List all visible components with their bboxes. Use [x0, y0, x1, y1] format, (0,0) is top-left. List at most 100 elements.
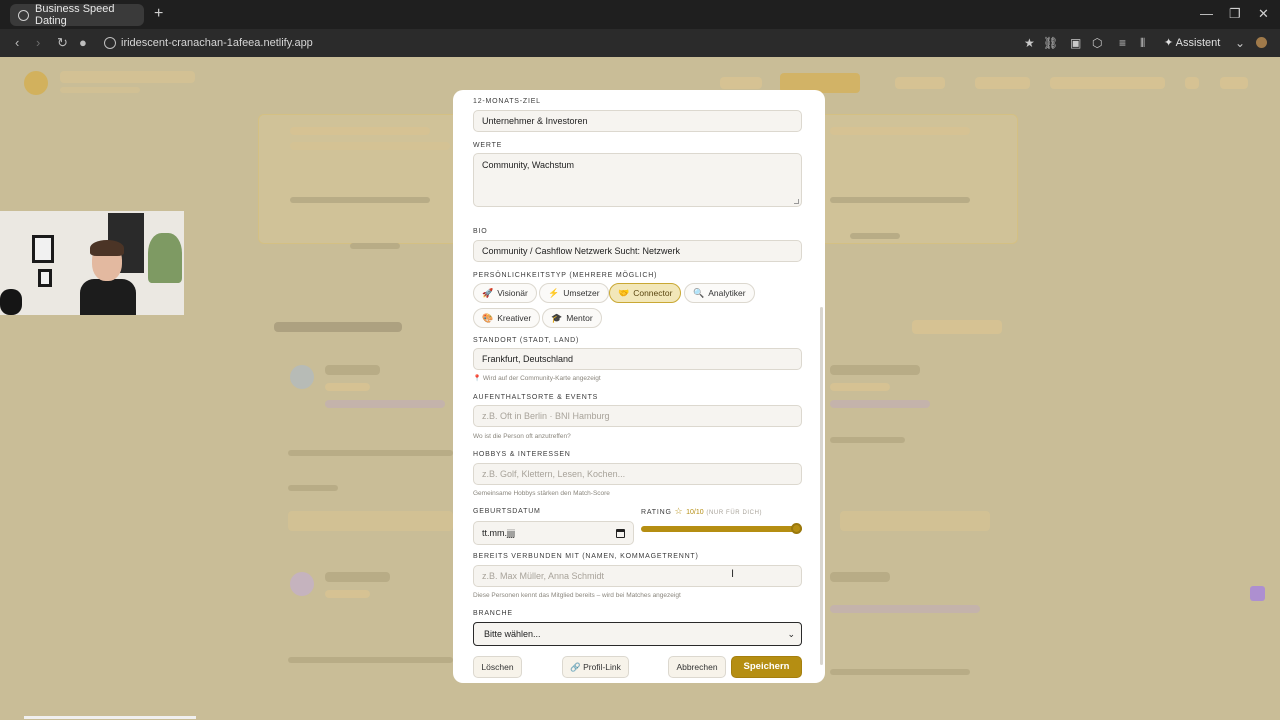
member-name-placeholder: [830, 365, 920, 375]
back-icon[interactable]: ‹: [15, 34, 19, 52]
puzzle-icon[interactable]: ⬡: [1092, 35, 1102, 51]
star-icon: ☆: [674, 506, 684, 516]
audio-icon[interactable]: ⦀: [1140, 35, 1145, 51]
rocket-icon: 🚀: [482, 288, 494, 298]
rating-slider-thumb[interactable]: [791, 523, 802, 534]
rating-label: Rating ☆ 10/10 (nur für dich): [641, 507, 762, 518]
tab-title: Business Speed Dating: [35, 3, 115, 27]
text-cursor-icon: I: [731, 568, 735, 580]
extension-icon[interactable]: ▣: [1070, 35, 1081, 51]
magnifier-icon: 🔍: [693, 288, 705, 298]
globe-icon: [18, 9, 29, 21]
assistant-button[interactable]: ✦ Assistent: [1164, 35, 1220, 51]
chair: [0, 289, 22, 315]
profile-link-button[interactable]: 🔗 Profil-Link: [562, 656, 629, 678]
profile-link-label: Profil-Link: [583, 662, 621, 672]
chip-connector[interactable]: 🤝 Connector: [609, 283, 682, 303]
assistant-label: Assistent: [1175, 37, 1221, 49]
bio-label: Bio: [473, 228, 488, 235]
member-tags-placeholder: [325, 400, 445, 408]
hero-text-placeholder: [350, 243, 400, 249]
member-actions-placeholder: [840, 511, 990, 531]
graduation-cap-icon: 🎓: [551, 313, 563, 323]
resize-handle-icon[interactable]: [794, 199, 799, 204]
location-hint-text: Wird auf der Community-Karte angezeigt: [482, 375, 601, 382]
brand-title-placeholder: [60, 71, 195, 83]
member-text-placeholder: [288, 657, 453, 663]
member-tags-placeholder: [830, 400, 930, 408]
industry-select[interactable]: Bitte wählen... ⌄: [473, 622, 802, 646]
goal-input[interactable]: Unternehmer & Investoren: [473, 110, 802, 132]
menu-lines-icon[interactable]: ≡: [1119, 35, 1126, 51]
calendar-icon[interactable]: [616, 529, 625, 538]
values-textarea[interactable]: Community, Wachstum: [473, 153, 802, 207]
chip-visionaer[interactable]: 🚀 Visionär: [473, 283, 537, 303]
hobbies-hint: Gemeinsame Hobbys stärken den Match-Scor…: [473, 490, 610, 497]
member-text-placeholder: [288, 450, 453, 456]
link-icon[interactable]: ⛓: [1043, 35, 1058, 51]
profile-avatar[interactable]: [1256, 37, 1267, 48]
floating-hand-icon[interactable]: [1250, 586, 1265, 601]
forward-icon[interactable]: ›: [36, 34, 40, 52]
chevron-down-icon[interactable]: ⌄: [1235, 35, 1245, 51]
chip-umsetzer[interactable]: ⚡ Umsetzer: [539, 283, 609, 303]
chip-label: Analytiker: [708, 288, 746, 298]
minimize-icon[interactable]: —: [1200, 5, 1213, 23]
member-text-placeholder: [830, 437, 905, 443]
picture-frame: [38, 269, 52, 287]
member-tag-placeholder: [325, 590, 370, 598]
chip-kreativer[interactable]: 🎨 Kreativer: [473, 308, 541, 328]
reload-icon[interactable]: ↻: [57, 34, 68, 52]
nav-placeholder: [975, 77, 1030, 89]
hero-text-placeholder: [290, 127, 430, 135]
bio-input[interactable]: Community / Cashflow Netzwerk Sucht: Net…: [473, 240, 802, 262]
plant: [148, 233, 182, 283]
chip-label: Mentor: [566, 313, 593, 323]
plus-icon[interactable]: +: [154, 5, 163, 23]
member-tag-placeholder: [830, 383, 890, 391]
personality-label: Persönlichkeitstyp (mehrere möglich): [473, 272, 658, 279]
hero-text-placeholder: [850, 233, 900, 239]
chip-label: Umsetzer: [563, 288, 600, 298]
connected-input[interactable]: z.B. Max Müller, Anna Schmidt: [473, 565, 802, 587]
picture-frame: [32, 235, 54, 263]
webcam-overlay: [0, 211, 184, 315]
bookmark-star-icon[interactable]: ★: [1024, 35, 1035, 51]
brand-subtitle-placeholder: [60, 87, 140, 93]
modal-scrollbar[interactable]: [820, 307, 823, 665]
rating-label-text: Rating: [641, 509, 672, 516]
location-label: Standort (Stadt, Land): [473, 337, 580, 344]
rating-slider[interactable]: [641, 523, 802, 534]
save-button[interactable]: Speichern: [731, 656, 802, 678]
member-name-placeholder: [325, 572, 390, 582]
hobbies-input[interactable]: z.B. Golf, Klettern, Lesen, Kochen...: [473, 463, 802, 485]
restore-icon[interactable]: ❐: [1229, 5, 1241, 23]
delete-button[interactable]: Löschen: [473, 656, 522, 678]
site-info-icon[interactable]: [104, 37, 116, 49]
rating-note: (nur für dich): [706, 510, 763, 516]
location-input[interactable]: Frankfurt, Deutschland: [473, 348, 802, 370]
browser-toolbar: ‹ › ↻ ● iridescent-cranachan-1afeea.netl…: [0, 29, 1280, 57]
places-input[interactable]: z.B. Oft in Berlin · BNI Hamburg: [473, 405, 802, 427]
industry-label: Branche: [473, 610, 513, 617]
chip-analytiker[interactable]: 🔍 Analytiker: [684, 283, 755, 303]
member-name-placeholder: [325, 365, 380, 375]
close-icon[interactable]: ✕: [1258, 5, 1269, 23]
hero-text-placeholder: [830, 127, 970, 135]
palette-icon: 🎨: [482, 313, 494, 323]
hobbies-label: Hobbys & Interessen: [473, 451, 571, 458]
lightning-icon: ⚡: [548, 288, 560, 298]
hero-text-placeholder: [290, 197, 430, 203]
location-hint: 📍 Wird auf der Community-Karte angezeigt: [473, 375, 601, 383]
member-name-placeholder: [830, 572, 890, 582]
microphone-icon[interactable]: ●: [79, 34, 87, 52]
address-bar[interactable]: iridescent-cranachan-1afeea.netlify.app: [104, 34, 313, 52]
webcam-person: [80, 240, 136, 315]
industry-selected-value: Bitte wählen...: [484, 629, 541, 639]
taskbar-indicator: [24, 716, 196, 719]
birthday-input[interactable]: tt.mm.jjjj: [473, 521, 634, 545]
chip-mentor[interactable]: 🎓 Mentor: [542, 308, 602, 328]
cancel-button[interactable]: Abbrechen: [668, 656, 726, 678]
connected-hint: Diese Personen kennt das Mitglied bereit…: [473, 592, 681, 599]
browser-tab[interactable]: Business Speed Dating: [10, 3, 144, 27]
